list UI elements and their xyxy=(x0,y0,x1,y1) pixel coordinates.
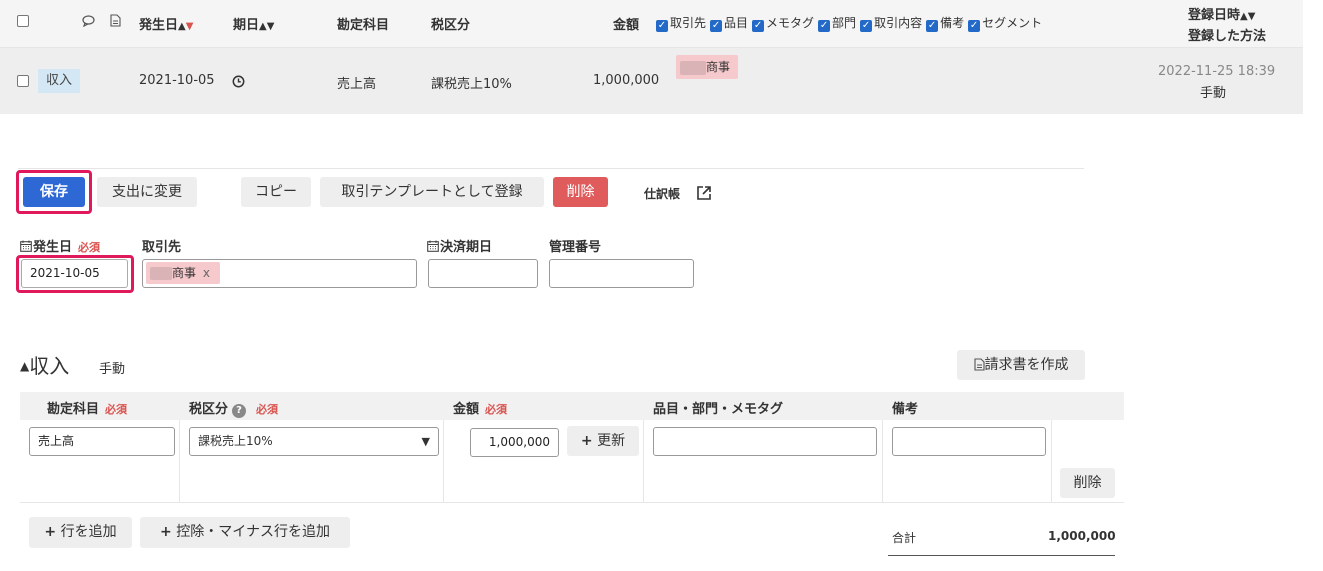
checkbox-checked-icon: ✓ xyxy=(968,20,981,32)
detail-items-input[interactable] xyxy=(653,427,877,456)
detail-remarks-input[interactable] xyxy=(892,427,1046,456)
sort-desc-icon: ▼ xyxy=(1247,11,1256,22)
checkbox-checked-icon: ✓ xyxy=(752,20,765,32)
detail-table-header xyxy=(20,392,1124,420)
calendar-icon xyxy=(20,240,32,252)
sort-occurrence-date[interactable]: 発生日▲▼ xyxy=(139,14,193,33)
sort-asc-icon: ▲ xyxy=(259,21,267,32)
toggle-segment[interactable]: ✓ セグメント xyxy=(968,16,1042,32)
collapse-chevron-icon: ▲ xyxy=(20,359,30,373)
total-value: 1,000,000 xyxy=(1048,529,1116,543)
plus-icon: + xyxy=(44,524,57,540)
row-amount: 1,000,000 xyxy=(593,73,660,88)
redacted-block xyxy=(150,267,172,280)
col-divider xyxy=(1051,420,1052,502)
redacted-block xyxy=(680,60,706,75)
add-row-button[interactable]: + 行を追加 xyxy=(29,517,132,548)
settlement-due-label: 決済期日 xyxy=(427,236,492,255)
delete-button[interactable]: 削除 xyxy=(553,177,608,207)
help-icon[interactable]: ? xyxy=(232,404,247,418)
sort-due-date[interactable]: 期日▲▼ xyxy=(233,14,274,33)
col-divider xyxy=(882,420,883,502)
th-remarks: 備考 xyxy=(892,402,919,417)
checkbox-checked-icon: ✓ xyxy=(926,20,939,32)
col-divider xyxy=(443,420,444,502)
list-header xyxy=(0,0,1303,48)
copy-button[interactable]: コピー xyxy=(241,177,311,207)
chevron-down-icon: ▼ xyxy=(421,435,430,448)
checkbox-checked-icon: ✓ xyxy=(656,20,668,32)
checkbox-checked-icon: ✓ xyxy=(818,20,831,32)
toggle-description[interactable]: ✓ 取引内容 xyxy=(860,16,922,32)
plus-icon: + xyxy=(580,433,593,449)
journal-link[interactable]: 仕訳帳 xyxy=(644,185,712,202)
row-account: 売上高 xyxy=(337,77,377,92)
save-button[interactable]: 保存 xyxy=(23,177,85,207)
sort-desc-icon: ▼ xyxy=(266,21,275,32)
total-underline xyxy=(888,555,1115,556)
toggle-memo-tag[interactable]: ✓ メモタグ xyxy=(752,16,814,32)
calendar-icon xyxy=(427,240,439,252)
column-toggles: ✓ 取引先 ✓ 品目 ✓ メモタグ ✓ 部門 ✓ 取引内容 ✓ 備考 ✓ セグメント xyxy=(656,14,1046,32)
select-all-checkbox[interactable] xyxy=(17,15,29,27)
update-button[interactable]: + 更新 xyxy=(567,426,639,456)
header-amount: 金額 xyxy=(613,18,640,33)
plus-icon: + xyxy=(160,524,172,540)
checkbox-checked-icon: ✓ xyxy=(710,20,723,32)
sort-asc-icon: ▲ xyxy=(1240,11,1248,22)
th-tax-type: 税区分? 必須 xyxy=(189,402,279,418)
toggle-item[interactable]: ✓ 品目 xyxy=(710,16,748,32)
external-link-icon xyxy=(697,186,712,200)
checkbox-checked-icon: ✓ xyxy=(860,20,873,32)
partner-label: 取引先 xyxy=(142,240,182,255)
create-invoice-button[interactable]: 請求書を作成 xyxy=(957,350,1085,380)
th-account: 勘定科目 必須 xyxy=(47,402,128,417)
comment-icon xyxy=(82,15,95,27)
total-label: 合計 xyxy=(892,531,917,545)
control-number-label: 管理番号 xyxy=(549,240,602,255)
settlement-due-input[interactable] xyxy=(428,259,538,288)
row-partner-tag: 商事 xyxy=(676,55,738,79)
register-template-button[interactable]: 取引テンプレートとして登録 xyxy=(320,177,544,207)
col-divider xyxy=(643,420,644,502)
control-number-input[interactable] xyxy=(549,259,694,288)
th-amount: 金額 必須 xyxy=(453,402,508,417)
toggle-department[interactable]: ✓ 部門 xyxy=(818,16,856,32)
th-items: 品目・部門・メモタグ xyxy=(653,402,784,417)
section-method: 手動 xyxy=(99,362,126,377)
partner-remove-button[interactable]: x xyxy=(203,266,210,280)
add-minus-row-button[interactable]: + 控除・マイナス行を追加 xyxy=(140,517,350,548)
type-badge: 収入 xyxy=(38,69,80,93)
section-title[interactable]: ▲収入 xyxy=(20,350,69,379)
row-registered-at: 2022-11-25 18:39 xyxy=(1158,64,1276,79)
sort-asc-icon: ▲ xyxy=(178,21,186,32)
row-occurrence-date: 2021-10-05 xyxy=(139,73,215,88)
sort-registered-at[interactable]: 登録日時▲▼ xyxy=(1188,4,1255,23)
header-tax-type: 税区分 xyxy=(431,18,471,33)
divider xyxy=(18,168,1084,169)
sort-desc-icon: ▼ xyxy=(185,21,194,32)
detail-account-input[interactable]: 売上高 xyxy=(29,427,175,456)
clock-icon xyxy=(232,75,245,88)
occurrence-date-label: 発生日 必須 xyxy=(20,236,100,255)
detail-amount-input[interactable]: 1,000,000 xyxy=(470,428,559,457)
col-divider xyxy=(179,420,180,502)
document-icon xyxy=(973,358,985,371)
row-checkbox[interactable] xyxy=(17,75,29,87)
toggle-remarks[interactable]: ✓ 備考 xyxy=(926,16,964,32)
partner-tag: 商事 x xyxy=(146,262,220,284)
change-to-expense-button[interactable]: 支出に変更 xyxy=(97,177,197,207)
row-tax-type: 課税売上10% xyxy=(431,77,512,92)
detail-tax-type-select[interactable]: 課税売上10% ▼ xyxy=(189,427,439,456)
document-icon xyxy=(110,14,121,27)
header-account: 勘定科目 xyxy=(337,18,390,33)
delete-row-button[interactable]: 削除 xyxy=(1060,468,1115,498)
toggle-partner[interactable]: ✓ 取引先 xyxy=(656,16,706,32)
header-registration-method: 登録した方法 xyxy=(1188,29,1267,44)
row-divider xyxy=(20,502,1124,503)
occurrence-date-input[interactable]: 2021-10-05 xyxy=(21,259,128,288)
row-registration-method: 手動 xyxy=(1200,86,1227,101)
